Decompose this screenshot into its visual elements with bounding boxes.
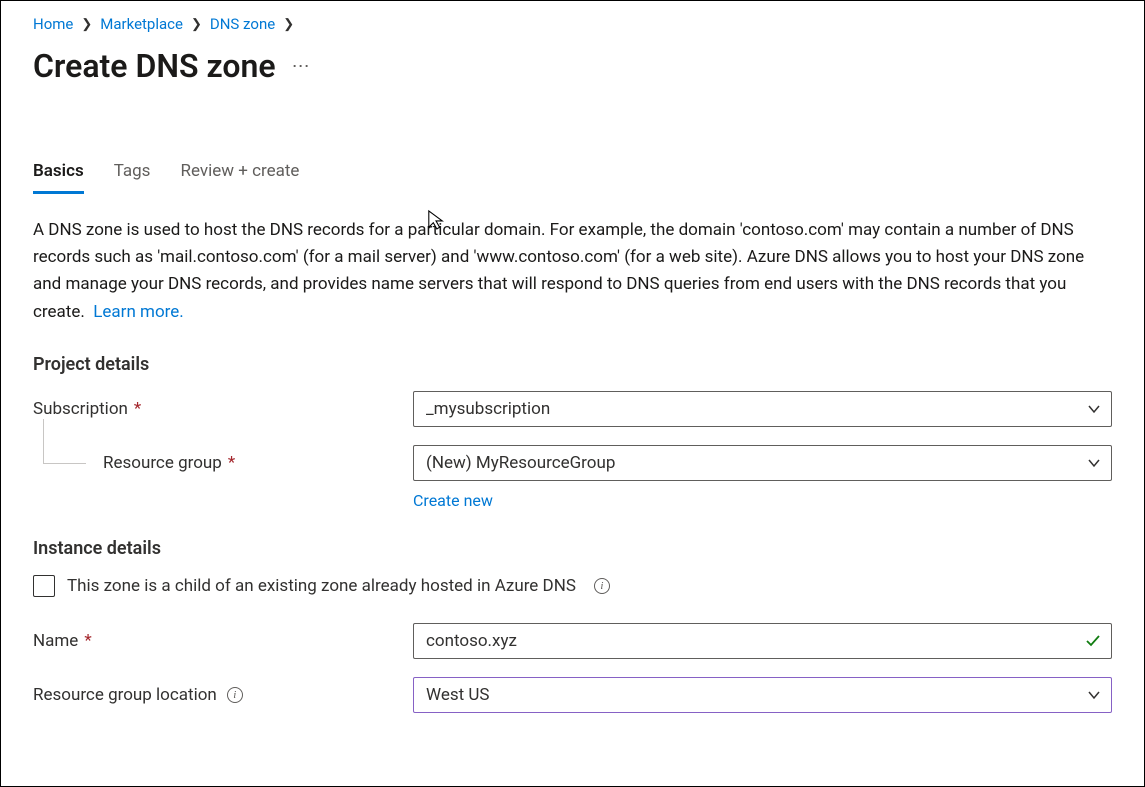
resource-group-select[interactable]: (New) MyResourceGroup xyxy=(413,445,1112,481)
breadcrumb-marketplace[interactable]: Marketplace xyxy=(100,15,183,33)
chevron-right-icon: ❯ xyxy=(283,17,294,32)
chevron-down-icon xyxy=(1087,402,1101,416)
tabs: Basics Tags Review + create xyxy=(33,155,1112,195)
description-text: A DNS zone is used to host the DNS recor… xyxy=(33,217,1103,326)
more-actions-button[interactable]: ⋯ xyxy=(292,56,312,77)
info-icon[interactable]: i xyxy=(594,578,610,594)
child-zone-checkbox[interactable] xyxy=(33,575,55,597)
learn-more-link[interactable]: Learn more. xyxy=(93,302,184,322)
chevron-right-icon: ❯ xyxy=(191,17,202,32)
checkmark-icon xyxy=(1085,633,1101,649)
location-label: Resource group location i xyxy=(33,685,413,705)
name-value: contoso.xyz xyxy=(426,631,517,651)
breadcrumb-dns-zone[interactable]: DNS zone xyxy=(210,15,275,33)
chevron-right-icon: ❯ xyxy=(81,17,92,32)
required-indicator: * xyxy=(134,399,141,419)
create-new-resource-group-link[interactable]: Create new xyxy=(413,491,493,510)
child-zone-label: This zone is a child of an existing zone… xyxy=(67,576,576,596)
tab-review-create[interactable]: Review + create xyxy=(180,155,299,194)
subscription-select[interactable]: _mysubscription xyxy=(413,391,1112,427)
resource-group-value: (New) MyResourceGroup xyxy=(426,453,615,473)
chevron-down-icon xyxy=(1087,456,1101,470)
instance-details-heading: Instance details xyxy=(33,538,1112,559)
project-details-heading: Project details xyxy=(33,354,1112,375)
tab-tags[interactable]: Tags xyxy=(114,155,151,194)
location-select[interactable]: West US xyxy=(413,677,1112,713)
location-value: West US xyxy=(426,685,490,705)
subscription-label: Subscription* xyxy=(33,399,413,419)
resource-group-label: Resource group* xyxy=(33,453,413,473)
required-indicator: * xyxy=(228,453,235,473)
page-title: Create DNS zone xyxy=(33,47,276,85)
name-input[interactable]: contoso.xyz xyxy=(413,623,1112,659)
required-indicator: * xyxy=(84,631,91,651)
info-icon[interactable]: i xyxy=(227,687,243,703)
breadcrumb-home[interactable]: Home xyxy=(33,15,73,33)
breadcrumb: Home ❯ Marketplace ❯ DNS zone ❯ xyxy=(33,15,1112,33)
name-label: Name* xyxy=(33,631,413,651)
chevron-down-icon xyxy=(1087,688,1101,702)
subscription-value: _mysubscription xyxy=(426,399,550,419)
tab-basics[interactable]: Basics xyxy=(33,155,84,194)
